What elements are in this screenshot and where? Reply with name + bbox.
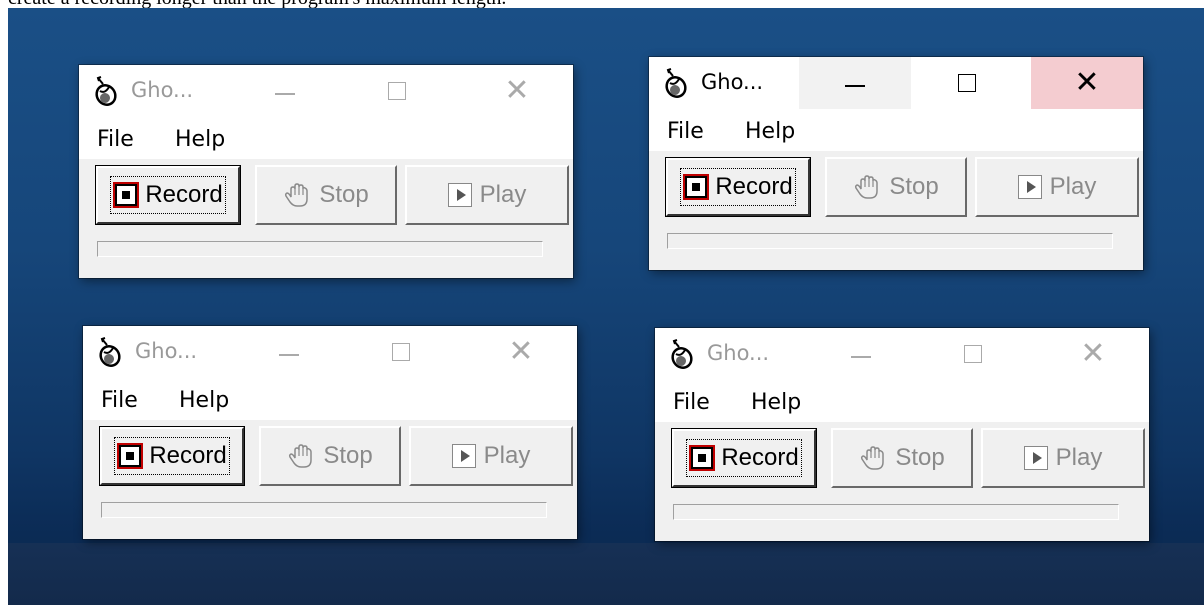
mouse-app-icon [95,76,117,106]
stop-button[interactable]: Stop [255,165,397,225]
close-button[interactable]: ✕ [1031,57,1143,109]
title-bar[interactable]: Gho... ✕ [655,328,1149,380]
record-button[interactable]: Record [665,157,811,217]
record-focus-rect: Record [680,168,796,206]
stop-label: Stop [319,181,369,208]
maximize-icon [392,343,410,361]
record-button[interactable]: Record [671,428,817,488]
maximize-button[interactable] [911,57,1023,109]
minimize-icon [845,85,865,87]
record-icon [113,182,140,208]
progress-bar [673,504,1119,520]
menu-help[interactable]: Help [745,119,795,144]
menu-file[interactable]: File [97,127,134,152]
mouse-app-icon [99,337,121,367]
record-focus-rect: Record [110,176,226,214]
play-icon [451,444,476,468]
close-button[interactable]: ✕ [1037,328,1149,380]
stop-button[interactable]: Stop [259,426,401,486]
record-icon [117,443,144,469]
hand-stop-icon [861,446,885,470]
ghost-window-top-right: Gho... ✕ File Help Record Stop Play [649,57,1143,270]
menu-bar: File Help [79,117,573,159]
play-label: Play [483,442,531,469]
title-bar[interactable]: Gho... ✕ [649,57,1143,109]
minimize-button[interactable] [805,328,917,380]
taskbar [8,543,1204,605]
stop-label: Stop [889,173,939,200]
record-icon [689,445,716,471]
menu-help[interactable]: Help [179,388,229,413]
menu-help[interactable]: Help [175,127,225,152]
play-label: Play [1055,444,1103,471]
menu-help[interactable]: Help [751,390,801,415]
minimize-button[interactable] [233,326,345,378]
record-label: Record [715,173,793,200]
hand-stop-icon [855,175,879,199]
record-label: Record [149,442,227,469]
close-icon: ✕ [508,334,534,369]
stop-label: Stop [323,442,373,469]
play-button[interactable]: Play [405,165,569,225]
maximize-icon [964,345,982,363]
record-button[interactable]: Record [95,165,241,225]
record-label: Record [145,181,223,208]
close-icon: ✕ [1074,65,1100,100]
play-icon [447,183,472,207]
progress-bar [667,233,1113,249]
mouse-app-icon [665,68,687,98]
play-label: Play [1049,173,1097,200]
ghost-window-top-left: Gho... ✕ File Help Record Stop Play [79,65,573,278]
window-title: Gho... [131,78,194,102]
window-title: Gho... [707,341,770,365]
hand-stop-icon [285,183,309,207]
menu-file[interactable]: File [673,390,710,415]
menu-file[interactable]: File [101,388,138,413]
minimize-button[interactable] [229,65,341,117]
minimize-icon [279,354,299,356]
maximize-icon [958,74,976,92]
play-button[interactable]: Play [409,426,573,486]
maximize-button[interactable] [345,326,457,378]
close-icon: ✕ [504,73,530,108]
record-button[interactable]: Record [99,426,245,486]
progress-bar [101,502,547,518]
maximize-button[interactable] [917,328,1029,380]
record-focus-rect: Record [114,437,230,475]
maximize-button[interactable] [341,65,453,117]
menu-bar: File Help [655,380,1149,422]
stop-button[interactable]: Stop [825,157,967,217]
record-label: Record [721,444,799,471]
minimize-button[interactable] [799,57,911,109]
menu-bar: File Help [649,109,1143,151]
play-label: Play [479,181,527,208]
close-button[interactable]: ✕ [461,65,573,117]
progress-bar [97,241,543,257]
window-title: Gho... [135,339,198,363]
hand-stop-icon [289,444,313,468]
close-button[interactable]: ✕ [465,326,577,378]
maximize-icon [388,82,406,100]
play-icon [1017,175,1042,199]
ghost-window-bottom-left: Gho... ✕ File Help Record Stop Play [83,326,577,539]
play-icon [1023,446,1048,470]
mouse-app-icon [671,339,693,369]
minimize-icon [275,93,295,95]
close-icon: ✕ [1080,336,1106,371]
stop-button[interactable]: Stop [831,428,973,488]
menu-file[interactable]: File [667,119,704,144]
title-bar[interactable]: Gho... ✕ [79,65,573,117]
play-button[interactable]: Play [981,428,1145,488]
minimize-icon [851,356,871,358]
record-focus-rect: Record [686,439,802,477]
title-bar[interactable]: Gho... ✕ [83,326,577,378]
document-text: create a recording longer than the progr… [8,0,506,8]
menu-bar: File Help [83,378,577,420]
play-button[interactable]: Play [975,157,1139,217]
window-title: Gho... [701,70,764,94]
ghost-window-bottom-right: Gho... ✕ File Help Record Stop Play [655,328,1149,541]
record-icon [683,174,710,200]
stop-label: Stop [895,444,945,471]
